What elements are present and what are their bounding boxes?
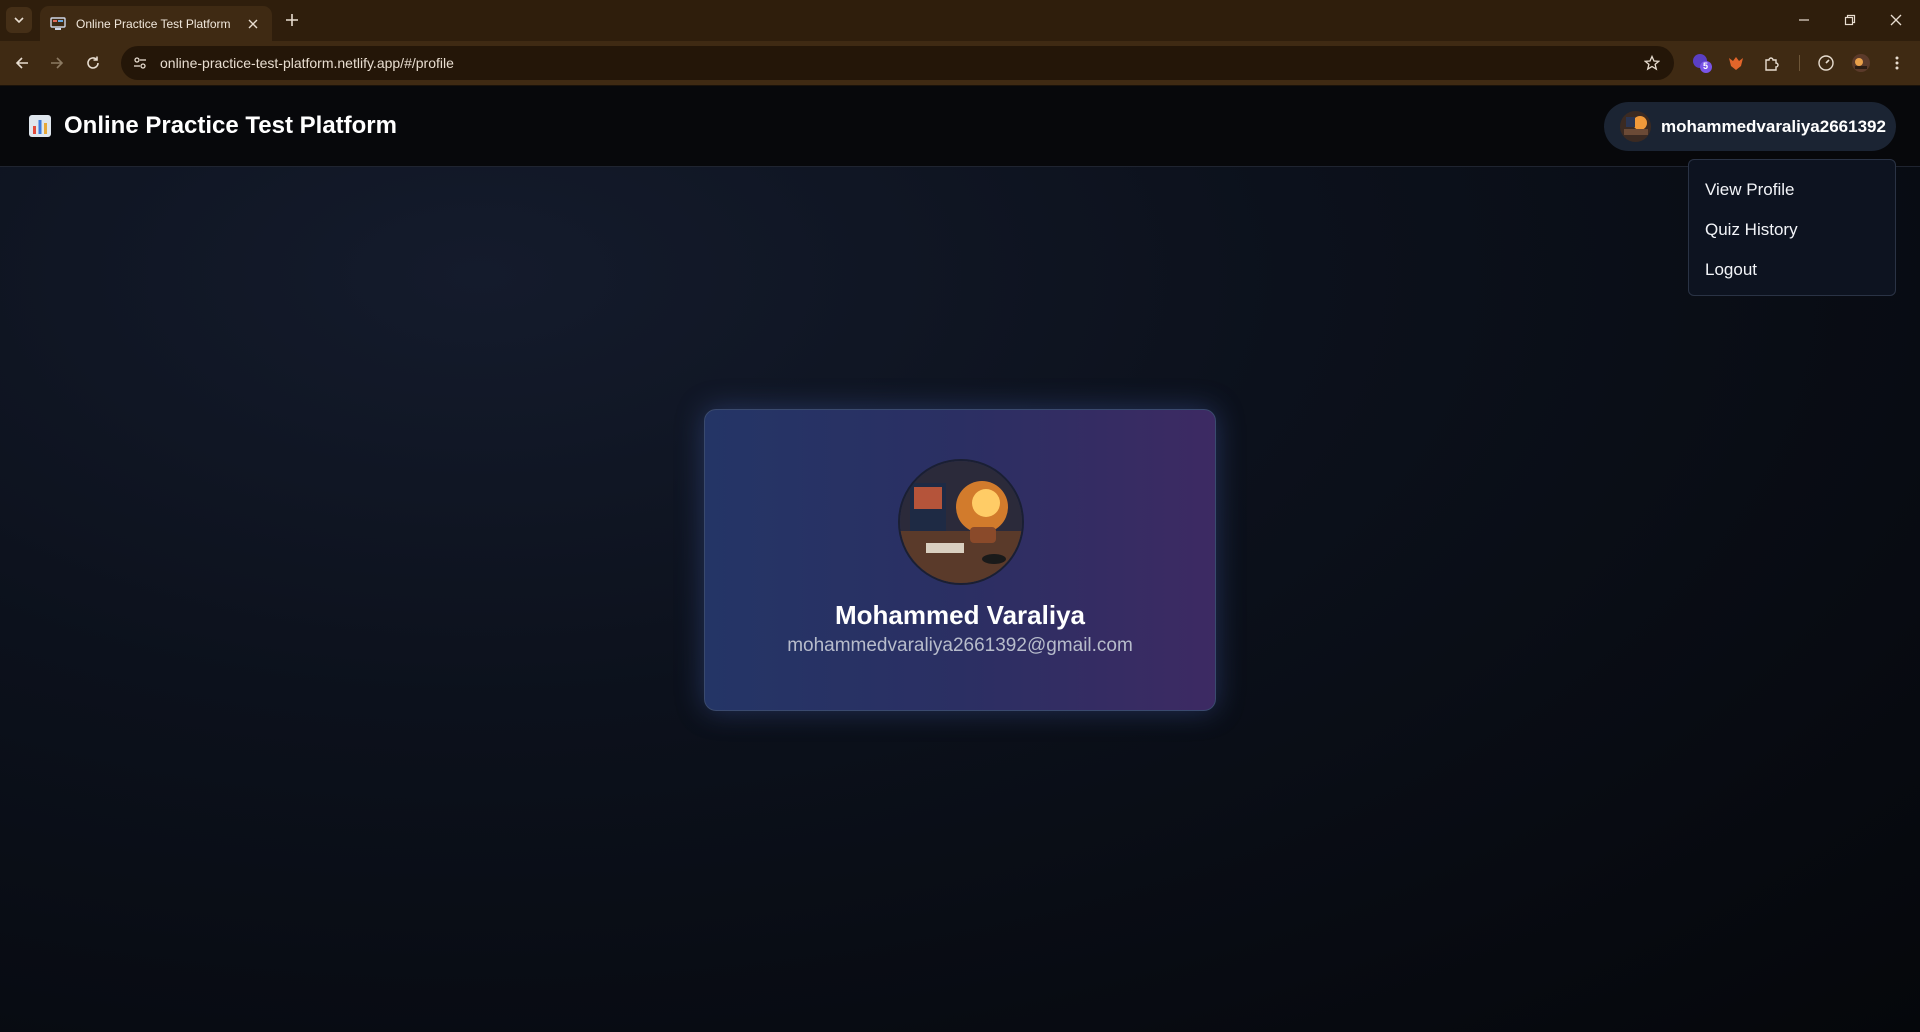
reload-icon [87,56,99,69]
close-window-button[interactable] [1883,8,1909,32]
reload-button[interactable] [80,50,106,76]
extension-badge-count: 5 [1703,61,1709,71]
url-text: online-practice-test-platform.netlify.ap… [160,55,454,71]
avatar-icon [1852,54,1870,72]
puzzle-icon [1765,57,1779,71]
minimize-icon [1799,19,1809,21]
browser-profile-button[interactable] [1848,50,1874,76]
menu-item-quiz-history[interactable]: Quiz History [1689,210,1895,250]
browser-menu-button[interactable] [1884,50,1910,76]
profile-card: Mohammed Varaliya mohammedvaraliya266139… [704,409,1216,711]
extension-button[interactable]: 5 [1689,50,1715,76]
close-icon [1890,14,1902,26]
page-content: Online Practice Test Platform mohammedva… [0,86,1920,1032]
restore-icon [1844,14,1856,26]
extension-badge-icon [1693,54,1712,73]
profile-email: mohammedvaraliya2661392@gmail.com [787,635,1133,656]
avatar [1620,111,1651,142]
tab-favicon-icon [50,16,66,32]
app-header: Online Practice Test Platform mohammedva… [0,86,1920,167]
new-tab-button[interactable] [281,9,303,31]
browser-tab[interactable]: Online Practice Test Platform [40,6,272,41]
minimize-button[interactable] [1791,8,1817,32]
tab-title: Online Practice Test Platform [76,16,231,31]
back-button[interactable] [9,50,35,76]
close-tab-icon[interactable] [244,15,262,33]
menu-item-view-profile[interactable]: View Profile [1689,170,1895,210]
extension-fox-icon [1729,57,1743,70]
bar-chart-icon [29,115,51,137]
username-label: mohammedvaraliya2661392 [1661,116,1886,136]
browser-tab-bar: Online Practice Test Platform [0,0,1920,41]
restore-button[interactable] [1837,8,1863,32]
profile-avatar [898,459,1024,585]
speedometer-icon [1818,55,1834,71]
plus-icon [286,14,298,26]
arrow-left-icon [15,57,28,69]
address-bar[interactable]: online-practice-test-platform.netlify.ap… [121,46,1674,80]
extensions-menu-button[interactable] [1759,50,1785,76]
more-vertical-icon [1895,56,1899,70]
profile-name: Mohammed Varaliya [835,600,1085,630]
toolbar-divider [1799,55,1800,71]
browser-toolbar: online-practice-test-platform.netlify.ap… [0,41,1920,86]
site-info-icon[interactable] [126,49,154,77]
user-dropdown-menu: View Profile Quiz History Logout [1688,159,1896,296]
app-title[interactable]: Online Practice Test Platform [64,110,397,142]
chevron-down-icon [14,17,24,24]
bookmark-star-icon[interactable] [1642,53,1662,73]
tab-search-button[interactable] [6,7,32,33]
performance-button[interactable] [1813,50,1839,76]
menu-item-logout[interactable]: Logout [1689,250,1895,290]
extension-button[interactable] [1723,50,1749,76]
forward-button[interactable] [44,50,70,76]
arrow-right-icon [51,57,64,69]
user-menu-button[interactable]: mohammedvaraliya2661392 [1604,102,1896,151]
